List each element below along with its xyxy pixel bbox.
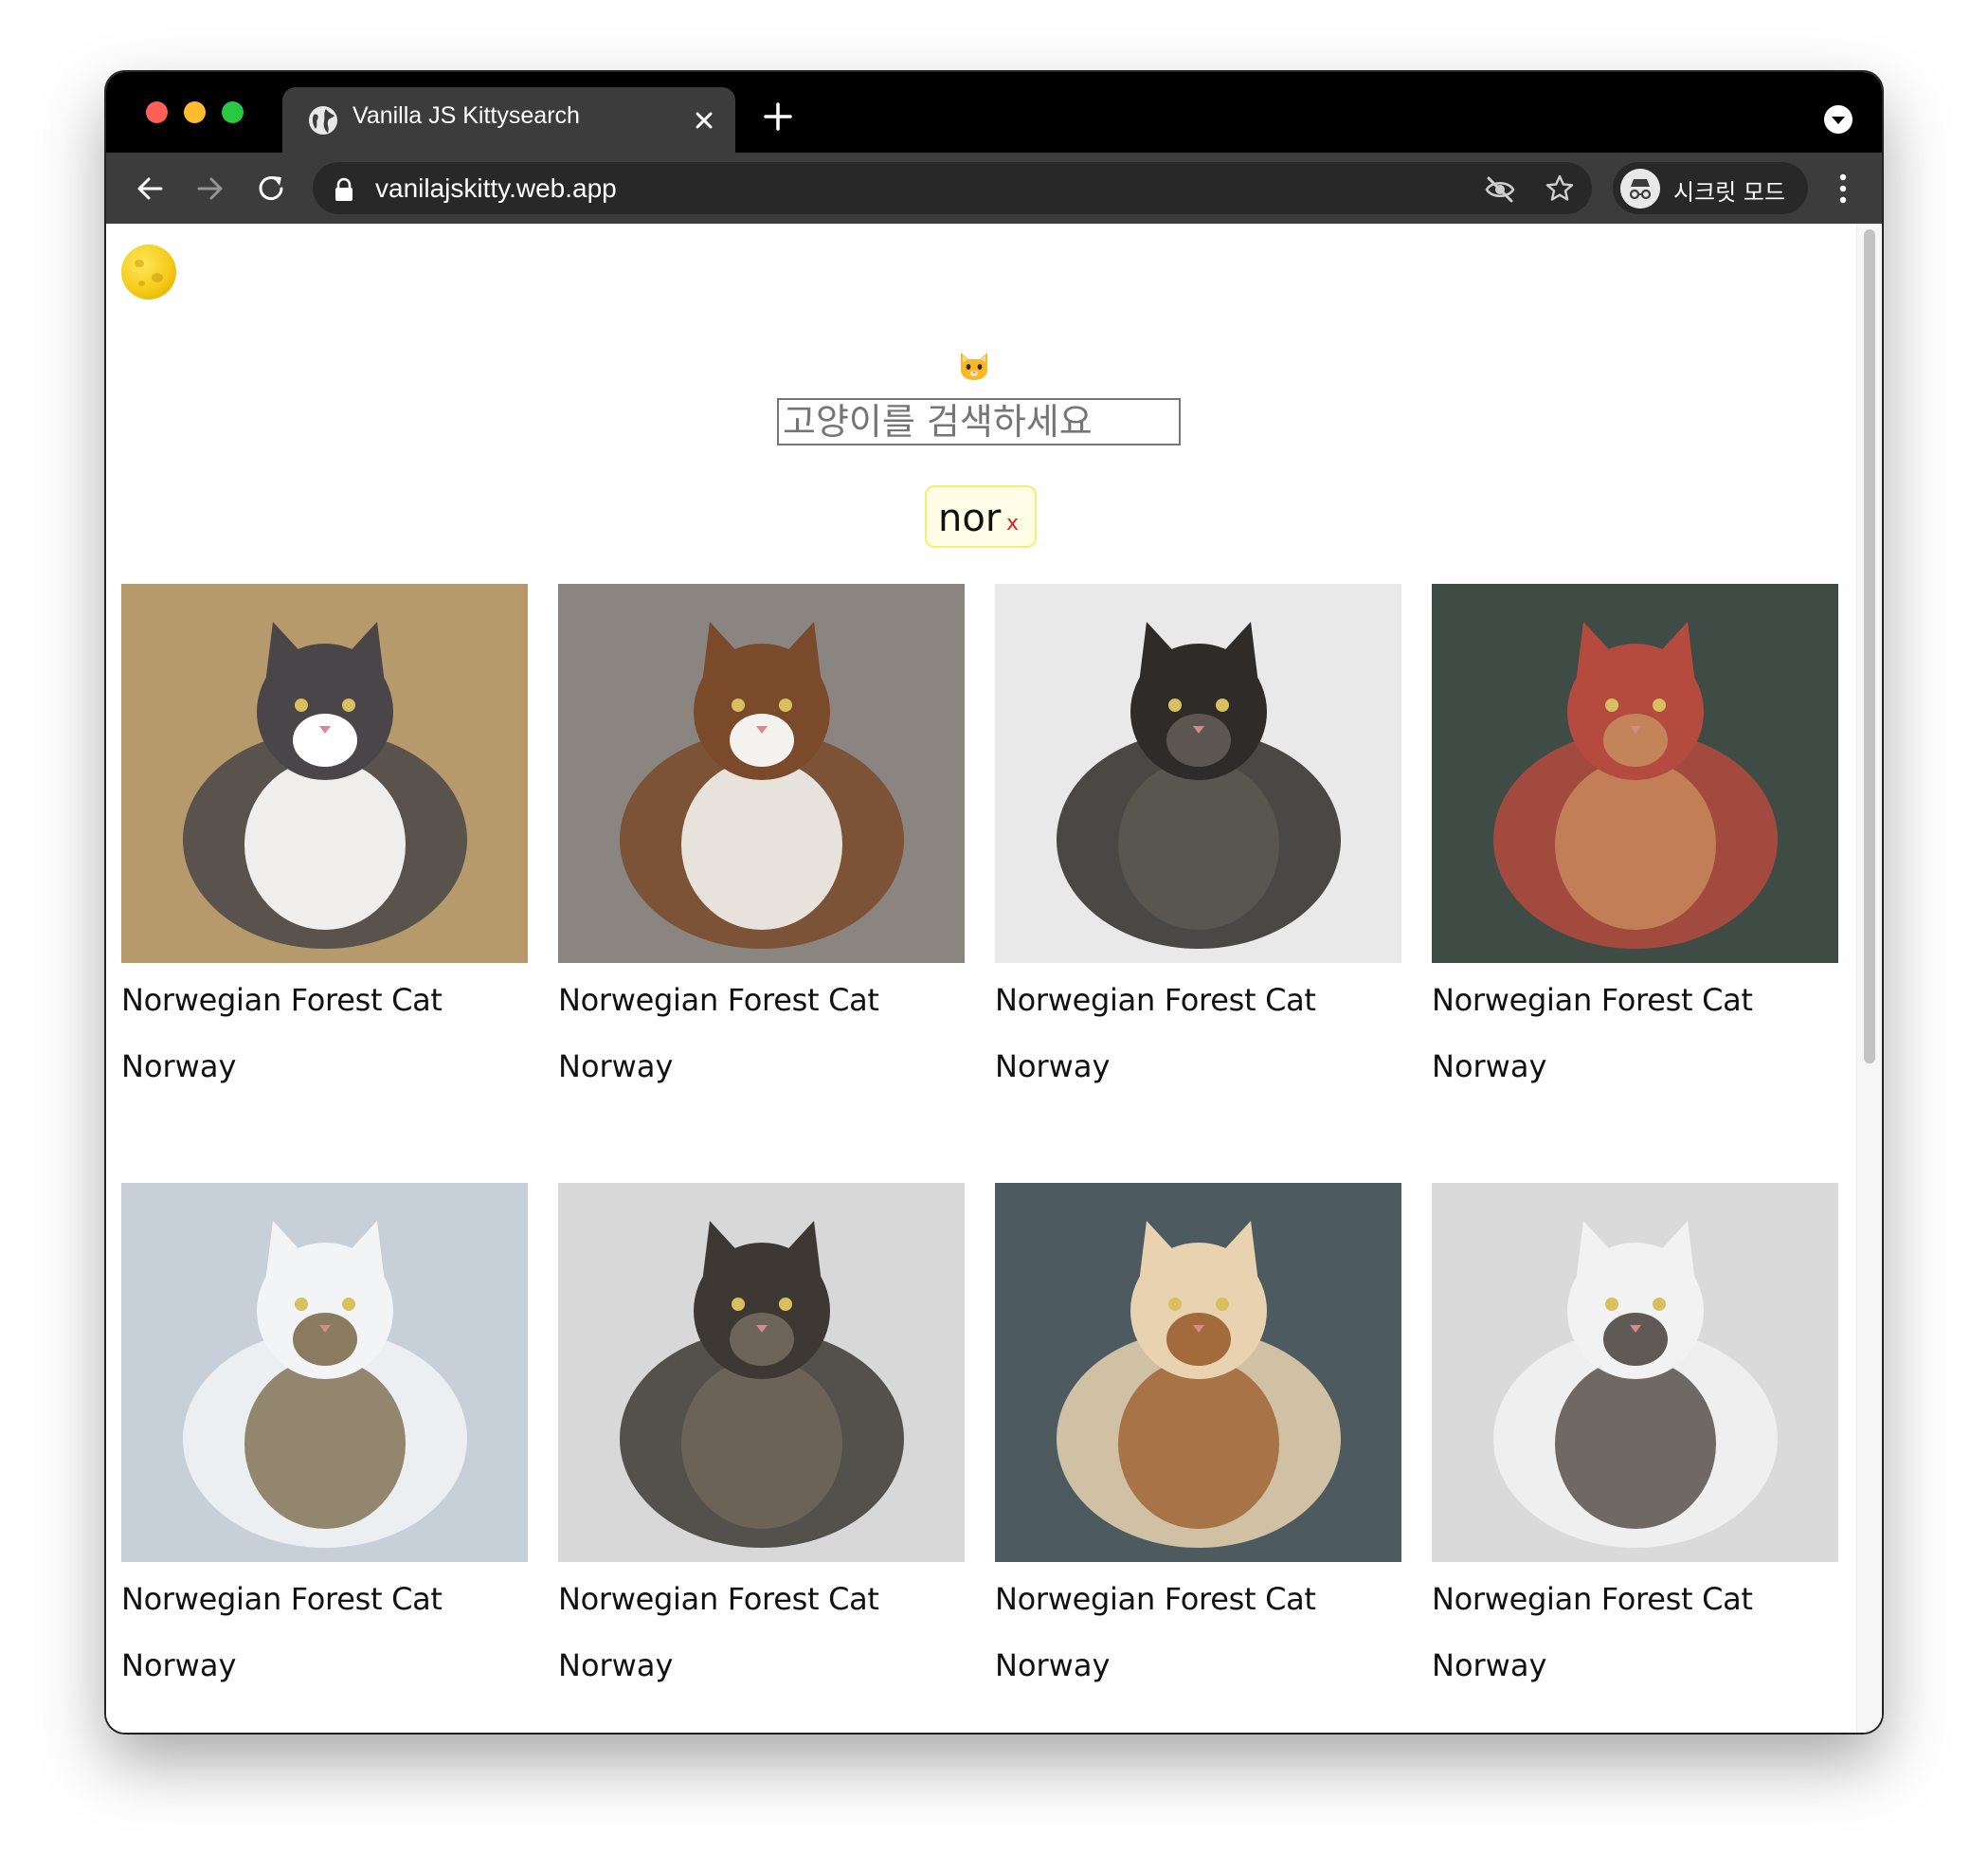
globe-icon	[309, 106, 337, 135]
close-window-button[interactable]	[146, 101, 168, 123]
cat-photo-art	[558, 1183, 965, 1562]
cat-photo[interactable]	[558, 584, 965, 963]
cat-photo-art	[995, 1183, 1401, 1562]
cat-photo-art	[121, 1183, 528, 1562]
bookmark-star-icon[interactable]	[1545, 173, 1575, 204]
cat-card[interactable]: Norwegian Forest Cat Norway	[995, 584, 1401, 1183]
remove-keyword-button[interactable]: x	[1006, 512, 1019, 536]
tab-active[interactable]: Vanilla JS Kittysearch	[282, 87, 735, 153]
address-bar[interactable]: vanilajskitty.web.app	[313, 162, 1592, 214]
incognito-badge[interactable]: 시크릿 모드	[1613, 162, 1808, 214]
cat-photo-art	[121, 584, 528, 963]
cat-name: Norwegian Forest Cat	[1432, 1581, 1753, 1617]
tab-search-icon[interactable]	[1823, 104, 1853, 135]
reload-icon[interactable]	[254, 172, 288, 206]
cat-photo[interactable]	[558, 1183, 965, 1562]
moon-icon[interactable]	[121, 245, 176, 300]
scrollbar-thumb[interactable]	[1864, 229, 1875, 1063]
cat-origin: Norway	[995, 1647, 1111, 1683]
new-tab-icon[interactable]	[762, 100, 794, 133]
cat-photo-art	[1432, 584, 1838, 963]
scrollbar[interactable]	[1856, 224, 1882, 1733]
cat-card[interactable]: Norwegian Forest Cat Norway	[121, 1183, 528, 1733]
cat-photo[interactable]	[1432, 584, 1838, 963]
cat-card[interactable]: Norwegian Forest Cat Norway	[558, 584, 965, 1183]
more-menu-icon[interactable]	[1836, 170, 1850, 208]
cat-photo-art	[558, 584, 965, 963]
cat-photo[interactable]	[121, 584, 528, 963]
tab-title: Vanilla JS Kittysearch	[352, 102, 580, 129]
cat-card[interactable]: Norwegian Forest Cat Norway	[1432, 1183, 1838, 1733]
cat-name: Norwegian Forest Cat	[121, 982, 443, 1018]
search-results-grid: Norwegian Forest Cat Norway Norwegian Fore…	[121, 584, 1839, 1733]
tracking-blocked-eye-icon[interactable]	[1484, 175, 1516, 204]
close-tab-icon[interactable]	[690, 106, 718, 135]
incognito-icon	[1620, 169, 1660, 209]
cat-photo[interactable]	[995, 1183, 1401, 1562]
lock-icon[interactable]	[334, 177, 354, 202]
cat-card[interactable]: Norwegian Forest Cat Norway	[995, 1183, 1401, 1733]
cat-origin: Norway	[1432, 1048, 1547, 1084]
cat-name: Norwegian Forest Cat	[1432, 982, 1753, 1018]
keyword-text[interactable]: nor	[938, 497, 1001, 540]
cat-card[interactable]: Norwegian Forest Cat Norway	[121, 584, 528, 1183]
cat-name: Norwegian Forest Cat	[121, 1581, 443, 1617]
search-input[interactable]	[777, 398, 1181, 445]
cat-photo-art	[995, 584, 1401, 963]
cat-origin: Norway	[121, 1647, 237, 1683]
forward-arrow-icon[interactable]	[193, 172, 227, 206]
browser-toolbar: vanilajskitty.web.app 시크릿 모드	[106, 153, 1882, 224]
cat-photo[interactable]	[995, 584, 1401, 963]
cat-name: Norwegian Forest Cat	[995, 1581, 1316, 1617]
page-viewport: nor x Norwegian Forest CatNorwayNorwegia…	[106, 224, 1882, 1733]
cat-photo[interactable]	[121, 1183, 528, 1562]
cat-origin: Norway	[121, 1048, 237, 1084]
cat-origin: Norway	[558, 1048, 674, 1084]
cat-name: Norwegian Forest Cat	[558, 1581, 879, 1617]
cat-card[interactable]: Norwegian Forest Cat Norway	[1432, 584, 1838, 1183]
recent-keyword-chip[interactable]: nor x	[925, 485, 1037, 548]
cat-name: Norwegian Forest Cat	[558, 982, 879, 1018]
cat-photo[interactable]	[1432, 1183, 1838, 1562]
cat-face-icon	[961, 353, 987, 380]
cat-card[interactable]: Norwegian Forest Cat Norway	[558, 1183, 965, 1733]
url-text[interactable]: vanilajskitty.web.app	[375, 173, 617, 204]
back-arrow-icon[interactable]	[133, 172, 167, 206]
cat-origin: Norway	[558, 1647, 674, 1683]
tab-strip: Vanilla JS Kittysearch	[106, 72, 1882, 153]
cat-name: Norwegian Forest Cat	[995, 982, 1316, 1018]
maximize-window-button[interactable]	[222, 101, 244, 123]
incognito-label: 시크릿 모드	[1673, 179, 1786, 206]
minimize-window-button[interactable]	[184, 101, 206, 123]
cat-origin: Norway	[1432, 1647, 1547, 1683]
cat-photo-art	[1432, 1183, 1838, 1562]
browser-window: Vanilla JS Kittysearch vanilajskitty.web…	[106, 72, 1882, 1733]
cat-origin: Norway	[995, 1048, 1111, 1084]
